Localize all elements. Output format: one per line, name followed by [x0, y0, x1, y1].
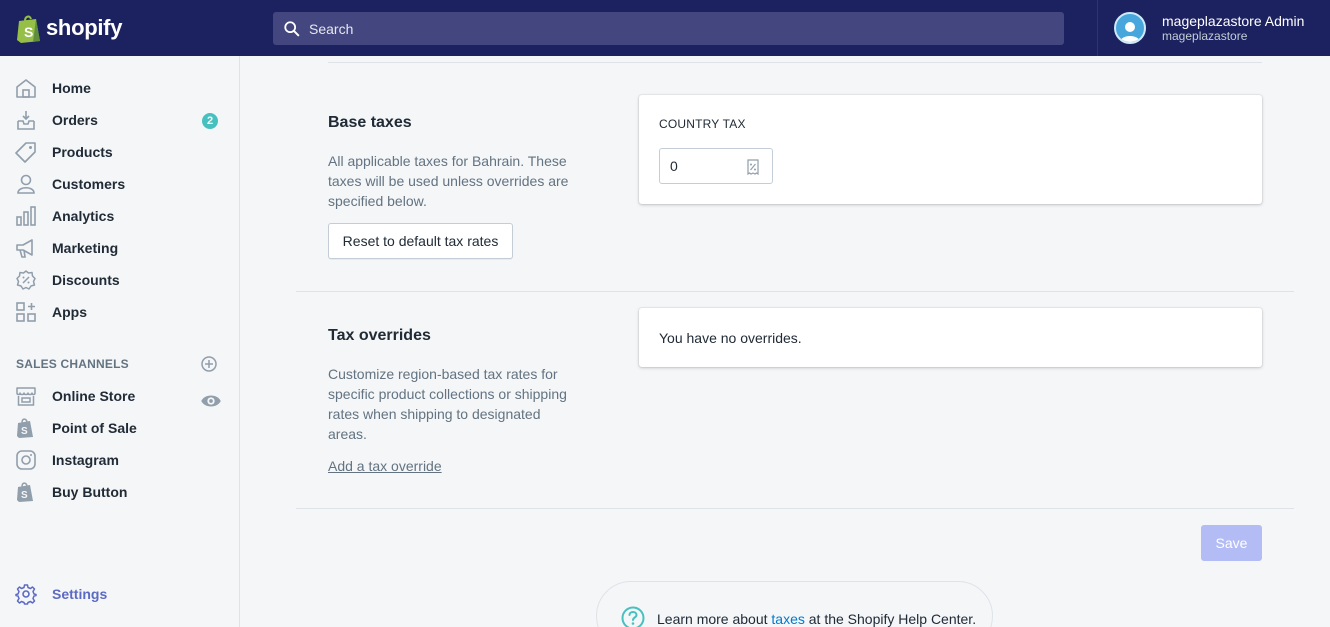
sidebar-item-instagram[interactable]: Instagram	[0, 444, 239, 476]
discount-icon	[16, 270, 36, 290]
apps-icon	[16, 302, 36, 322]
search-icon	[284, 20, 300, 36]
search-bar[interactable]	[273, 12, 1064, 45]
taxes-help-link[interactable]: taxes	[771, 611, 804, 627]
section-divider	[296, 508, 1294, 509]
sidebar-item-label: Customers	[52, 176, 126, 192]
sidebar-item-orders[interactable]: Orders 2	[0, 104, 239, 136]
shopify-bag-icon: S	[17, 482, 33, 502]
help-suffix: at the Shopify Help Center.	[804, 611, 977, 627]
no-overrides-text: You have no overrides.	[659, 330, 802, 346]
sidebar-item-label: Orders	[52, 112, 98, 128]
tag-icon	[15, 142, 36, 163]
bar-chart-icon	[16, 206, 36, 226]
sales-channels-title: SALES CHANNELS	[16, 357, 129, 371]
sidebar-item-customers[interactable]: Customers	[0, 168, 239, 200]
country-tax-field[interactable]	[659, 148, 773, 184]
top-divider	[328, 62, 1262, 63]
help-prefix: Learn more about	[657, 611, 772, 627]
orders-count-badge: 2	[202, 113, 218, 129]
add-tax-override-link[interactable]: Add a tax override	[328, 458, 442, 474]
country-tax-input[interactable]	[670, 158, 740, 174]
gear-icon	[15, 584, 37, 605]
sidebar-item-apps[interactable]: Apps	[0, 296, 239, 328]
svg-text:S: S	[21, 426, 28, 437]
sidebar-item-buy-button[interactable]: S Buy Button	[0, 476, 239, 508]
country-tax-label: COUNTRY TAX	[659, 117, 746, 131]
brand-name: shopify	[46, 15, 123, 40]
sidebar-item-label: Instagram	[52, 452, 119, 468]
orders-icon	[17, 111, 35, 130]
svg-text:S: S	[21, 490, 28, 501]
sidebar-item-products[interactable]: Products	[0, 136, 239, 168]
help-footer: Learn more about taxes at the Shopify He…	[596, 581, 993, 627]
sidebar-item-discounts[interactable]: Discounts	[0, 264, 239, 296]
user-menu[interactable]: mageplazastore Admin mageplazastore	[1097, 0, 1330, 56]
sidebar: Home Orders 2 Products Customers Analyti…	[0, 56, 240, 627]
save-button[interactable]: Save	[1201, 525, 1262, 561]
sidebar-item-home[interactable]: Home	[0, 72, 239, 104]
percent-icon	[747, 159, 759, 175]
sidebar-item-analytics[interactable]: Analytics	[0, 200, 239, 232]
svg-text:S: S	[24, 24, 33, 40]
tax-overrides-description: Customize region-based tax rates for spe…	[328, 366, 567, 442]
instagram-icon	[16, 450, 36, 470]
sidebar-item-label: Discounts	[52, 272, 120, 288]
user-silhouette-icon	[1120, 22, 1140, 42]
store-name: mageplazastore	[1162, 29, 1248, 43]
section-divider	[296, 291, 1294, 292]
top-bar: S shopify mageplazastore Admin mageplaza…	[0, 0, 1330, 56]
help-text: Learn more about taxes at the Shopify He…	[657, 611, 976, 627]
reset-tax-rates-button[interactable]: Reset to default tax rates	[328, 223, 513, 259]
sidebar-item-label: Analytics	[52, 208, 115, 224]
sidebar-item-settings[interactable]: Settings	[0, 578, 239, 610]
shopify-logo[interactable]: S shopify	[0, 0, 240, 56]
tax-overrides-heading: Tax overrides	[328, 327, 431, 344]
sidebar-item-point-of-sale[interactable]: S Point of Sale	[0, 412, 239, 444]
sidebar-item-label: Apps	[52, 304, 87, 320]
sidebar-item-label: Marketing	[52, 240, 119, 256]
shopify-bag-icon: S	[17, 418, 33, 438]
person-icon	[17, 174, 35, 194]
add-circle-icon[interactable]	[200, 355, 218, 373]
search-input[interactable]	[309, 20, 1009, 37]
home-icon	[16, 79, 36, 98]
country-tax-card: COUNTRY TAX	[639, 95, 1262, 204]
sidebar-item-label: Products	[52, 144, 113, 160]
sidebar-item-online-store[interactable]: Online Store	[0, 380, 239, 412]
shopify-bag-icon: S	[17, 15, 40, 43]
sidebar-item-marketing[interactable]: Marketing	[0, 232, 239, 264]
sidebar-item-label: Settings	[52, 586, 108, 602]
question-circle-icon	[621, 606, 645, 627]
base-taxes-description: All applicable taxes for Bahrain. These …	[328, 153, 569, 209]
megaphone-icon	[16, 239, 33, 258]
avatar	[1114, 12, 1146, 44]
eye-icon[interactable]	[200, 390, 222, 412]
sidebar-item-label: Buy Button	[52, 484, 128, 500]
store-icon	[16, 387, 36, 406]
sidebar-item-label: Home	[52, 80, 91, 96]
base-taxes-heading: Base taxes	[328, 114, 412, 131]
sidebar-item-label: Online Store	[52, 388, 136, 404]
sidebar-item-label: Point of Sale	[52, 420, 137, 436]
user-name: mageplazastore Admin	[1162, 13, 1305, 29]
overrides-card: You have no overrides.	[639, 308, 1262, 367]
